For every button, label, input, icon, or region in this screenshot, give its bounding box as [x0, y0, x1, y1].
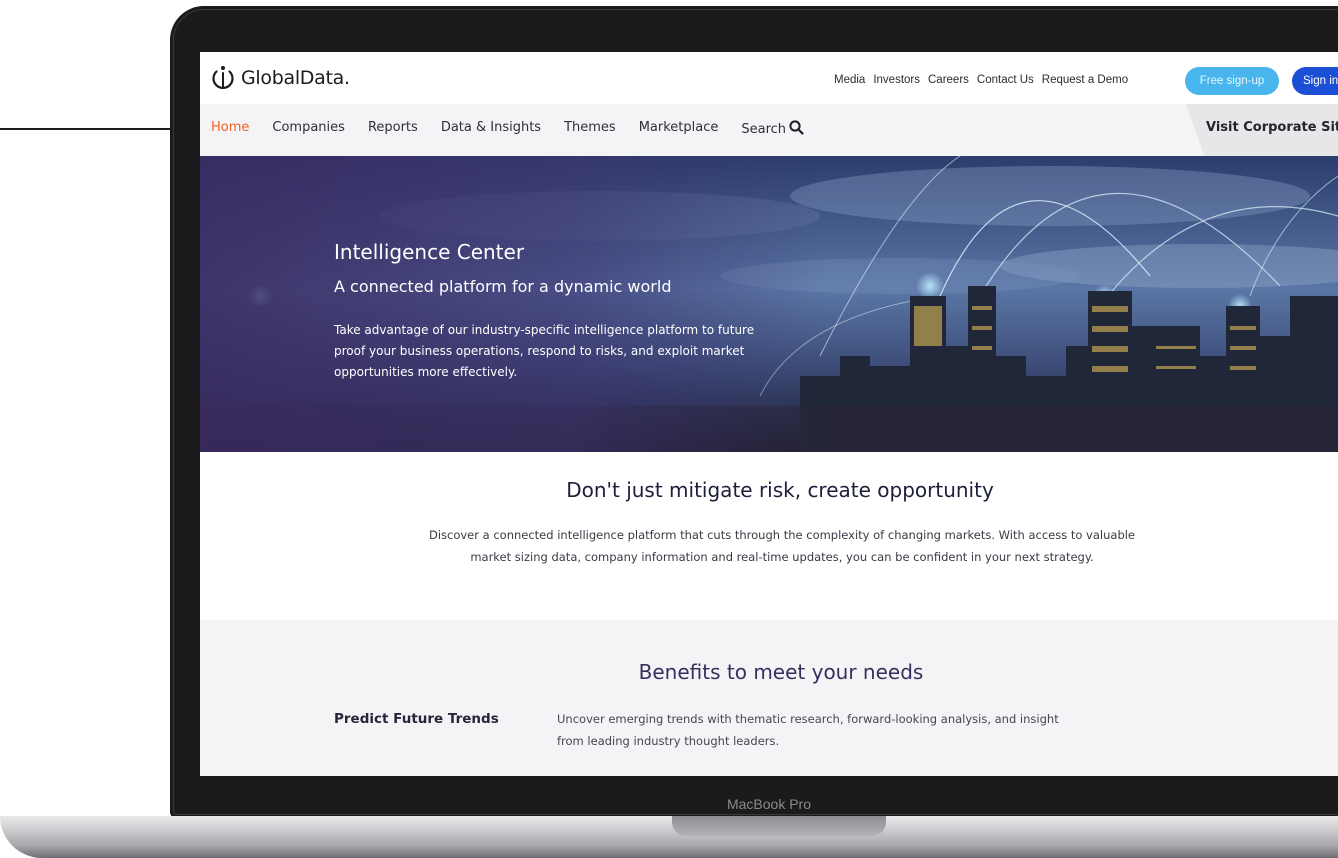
search-label: Search — [741, 122, 787, 137]
nav-item-themes[interactable]: Themes — [564, 120, 616, 139]
nav-item-search[interactable]: Search — [741, 120, 804, 139]
search-icon — [789, 120, 804, 139]
globaldata-logo-icon — [210, 65, 236, 91]
opportunity-heading: Don't just mitigate risk, create opportu… — [566, 478, 994, 502]
utility-link-careers[interactable]: Careers — [928, 74, 969, 86]
benefits-heading: Benefits to meet your needs — [638, 660, 924, 684]
callout-line — [0, 128, 176, 130]
nav-item-reports[interactable]: Reports — [368, 120, 418, 139]
nav-item-home[interactable]: Home — [211, 120, 249, 139]
hero-title: Intelligence Center — [334, 240, 525, 264]
top-bar: GlobalData. Media Investors Careers Cont… — [200, 52, 1338, 104]
utility-links: Media Investors Careers Contact Us Reque… — [834, 74, 1128, 86]
utility-link-contact-us[interactable]: Contact Us — [977, 74, 1034, 86]
device-label: MacBook Pro — [726, 796, 812, 812]
logo[interactable]: GlobalData. — [210, 65, 350, 91]
nav-item-marketplace[interactable]: Marketplace — [639, 120, 719, 139]
browser-screen: GlobalData. Media Investors Careers Cont… — [200, 52, 1338, 776]
hero-overlay — [200, 156, 820, 452]
opportunity-section: Don't just mitigate risk, create opportu… — [200, 452, 1338, 620]
free-signup-button[interactable]: Free sign-up — [1185, 67, 1279, 95]
main-nav: Home Companies Reports Data & Insights T… — [200, 104, 1338, 156]
hero-description: Take advantage of our industry-specific … — [334, 323, 755, 379]
nav-item-data-insights[interactable]: Data & Insights — [441, 120, 541, 139]
nav-items: Home Companies Reports Data & Insights T… — [211, 120, 827, 139]
benefit-description: Uncover emerging trends with thematic re… — [557, 712, 1059, 748]
nav-item-companies[interactable]: Companies — [272, 120, 345, 139]
laptop-notch — [672, 816, 886, 836]
laptop-base — [0, 816, 1338, 858]
signin-button[interactable]: Sign in — [1292, 67, 1338, 95]
hero-subtitle: A connected platform for a dynamic world — [334, 277, 672, 296]
benefit-title: Predict Future Trends — [334, 711, 499, 727]
corporate-site-link[interactable]: Visit Corporate Site — [1206, 120, 1338, 135]
utility-link-investors[interactable]: Investors — [873, 74, 920, 86]
opportunity-description: Discover a connected intelligence platfo… — [428, 528, 1136, 564]
logo-text: GlobalData. — [241, 67, 350, 89]
benefits-section: Benefits to meet your needs Predict Futu… — [200, 620, 1338, 776]
utility-link-media[interactable]: Media — [834, 74, 865, 86]
hero-banner: Intelligence Center A connected platform… — [200, 156, 1338, 452]
utility-link-request-demo[interactable]: Request a Demo — [1042, 74, 1128, 86]
